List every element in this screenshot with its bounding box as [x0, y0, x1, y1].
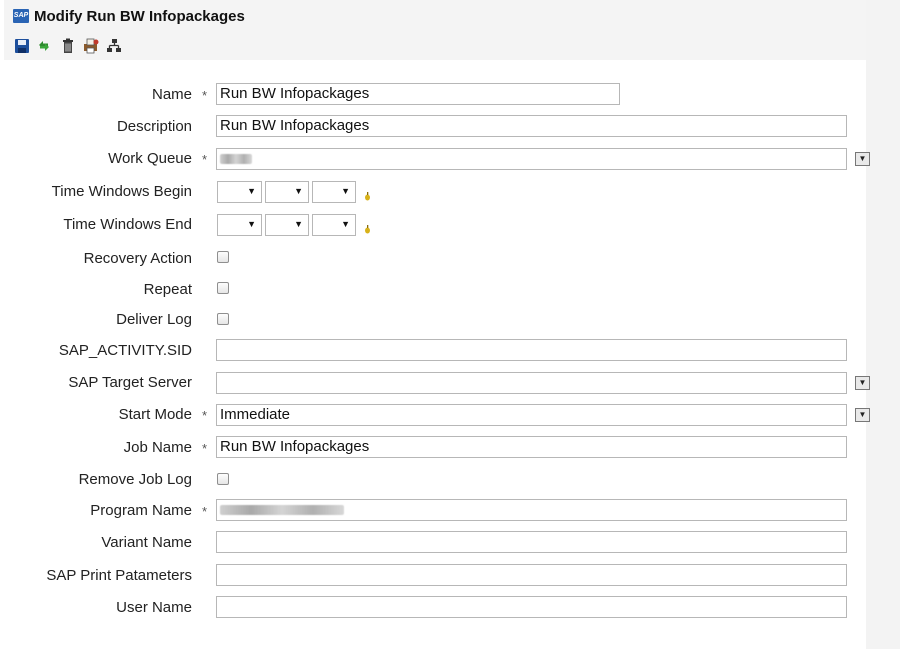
- start-mode-label: Start Mode: [118, 406, 192, 423]
- job-name-field[interactable]: Run BW Infopackages: [216, 436, 847, 458]
- time-begin-minute-select[interactable]: ▼: [265, 181, 309, 203]
- window-title: Modify Run BW Infopackages: [34, 8, 245, 25]
- remove-job-log-label: Remove Job Log: [78, 471, 192, 488]
- description-label: Description: [116, 118, 192, 135]
- sap-logo-icon: SAP: [13, 9, 29, 23]
- recovery-action-label: Recovery Action: [83, 250, 192, 267]
- delete-icon[interactable]: [60, 38, 78, 56]
- print-icon[interactable]: [82, 38, 100, 56]
- user-name-field[interactable]: [216, 596, 847, 618]
- sap-activity-sid-field[interactable]: [216, 339, 847, 361]
- required-marker: *: [202, 152, 208, 167]
- name-label: Name: [151, 86, 192, 103]
- time-picker-icon[interactable]: [364, 188, 371, 201]
- description-field[interactable]: Run BW Infopackages: [216, 115, 847, 137]
- job-name-label: Job Name: [123, 439, 192, 456]
- user-name-label: User Name: [116, 599, 192, 616]
- sap-print-parameters-label: SAP Print Patameters: [46, 567, 192, 584]
- sap-activity-sid-label: SAP_ACTIVITY.SID: [58, 342, 192, 359]
- time-picker-icon[interactable]: [364, 221, 371, 234]
- variant-name-label: Variant Name: [101, 534, 192, 551]
- save-icon[interactable]: [14, 38, 32, 56]
- repeat-checkbox[interactable]: [217, 282, 229, 294]
- redacted-value: [220, 505, 344, 516]
- title-bar: SAP Modify Run BW Infopackages: [4, 0, 866, 60]
- chevron-down-icon: ▼: [294, 219, 303, 229]
- redacted-value: [220, 154, 252, 165]
- variant-name-field[interactable]: [216, 531, 847, 553]
- chevron-down-icon: ▼: [341, 219, 350, 229]
- name-field[interactable]: Run BW Infopackages: [216, 83, 620, 105]
- required-marker: *: [202, 441, 208, 456]
- time-end-hour-select[interactable]: ▼: [217, 214, 262, 236]
- chevron-down-icon: ▼: [247, 186, 256, 196]
- deliver-log-label: Deliver Log: [116, 311, 192, 328]
- sap-target-server-label: SAP Target Server: [68, 374, 192, 391]
- time-begin-label: Time Windows Begin: [51, 183, 192, 200]
- right-background-strip: [866, 0, 900, 649]
- work-queue-field[interactable]: [216, 148, 847, 170]
- required-marker: *: [202, 504, 208, 519]
- repeat-label: Repeat: [143, 281, 192, 298]
- start-mode-field[interactable]: Immediate: [216, 404, 847, 426]
- recovery-action-checkbox[interactable]: [217, 251, 229, 263]
- work-queue-label: Work Queue: [108, 150, 192, 167]
- sap-print-parameters-field[interactable]: [216, 564, 847, 586]
- deliver-log-checkbox[interactable]: [217, 313, 229, 325]
- program-name-field[interactable]: [216, 499, 847, 521]
- required-marker: *: [202, 88, 208, 103]
- hierarchy-icon[interactable]: [106, 38, 124, 56]
- chevron-down-icon: ▼: [294, 186, 303, 196]
- sap-target-server-dropdown-button[interactable]: ▼: [855, 376, 870, 390]
- work-queue-dropdown-button[interactable]: ▼: [855, 152, 870, 166]
- sap-target-server-field[interactable]: [216, 372, 847, 394]
- time-end-label: Time Windows End: [63, 216, 192, 233]
- time-end-ampm-select[interactable]: ▼: [312, 214, 356, 236]
- required-marker: *: [202, 408, 208, 423]
- program-name-label: Program Name: [90, 502, 192, 519]
- refresh-icon[interactable]: [36, 38, 54, 56]
- time-begin-ampm-select[interactable]: ▼: [312, 181, 356, 203]
- time-end-minute-select[interactable]: ▼: [265, 214, 309, 236]
- start-mode-dropdown-button[interactable]: ▼: [855, 408, 870, 422]
- chevron-down-icon: ▼: [247, 219, 256, 229]
- chevron-down-icon: ▼: [341, 186, 350, 196]
- time-begin-hour-select[interactable]: ▼: [217, 181, 262, 203]
- remove-job-log-checkbox[interactable]: [217, 473, 229, 485]
